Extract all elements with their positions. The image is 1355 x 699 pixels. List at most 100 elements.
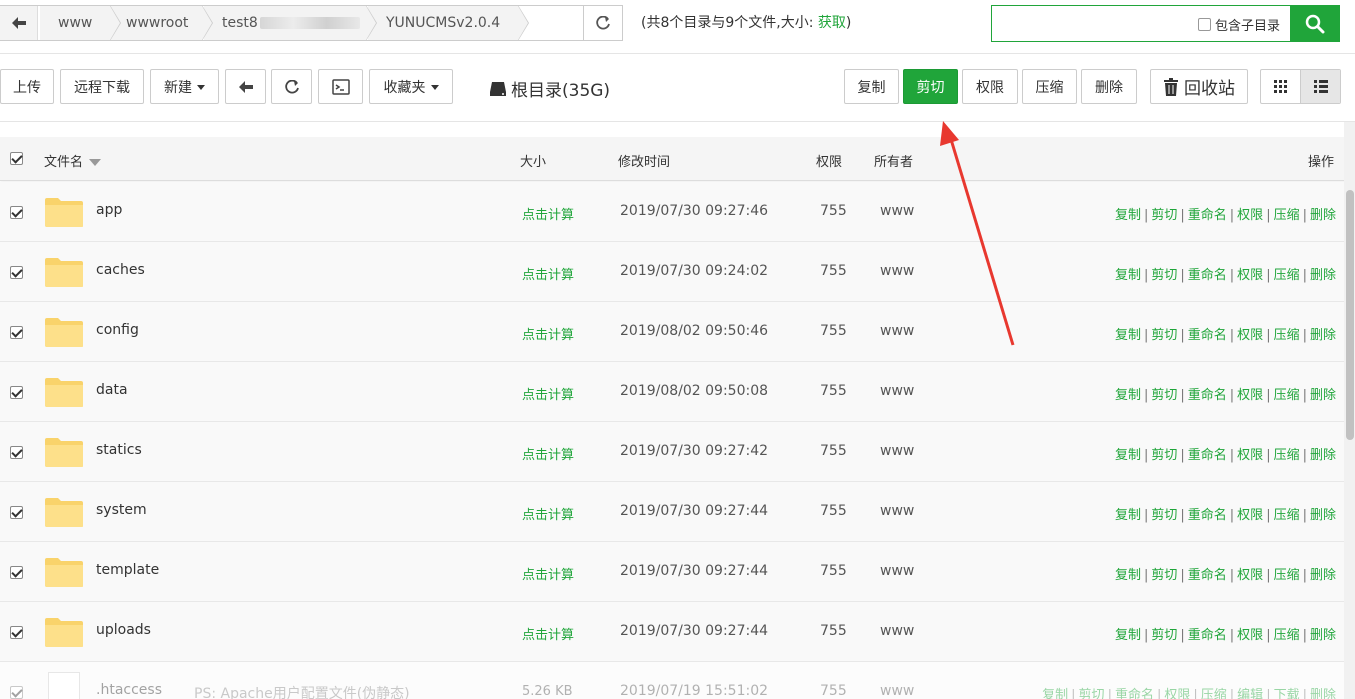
row-checkbox[interactable] (10, 506, 23, 519)
row-action-link[interactable]: 重命名 (1188, 628, 1227, 643)
compress-button[interactable]: 压缩 (1022, 69, 1077, 104)
permission-value[interactable]: 755 (820, 263, 847, 279)
row-checkbox[interactable] (10, 446, 23, 459)
select-all-checkbox[interactable] (10, 152, 23, 165)
row-action-link[interactable]: 删除 (1310, 448, 1336, 463)
row-checkbox[interactable] (10, 566, 23, 579)
column-header-size[interactable]: 大小 (520, 151, 546, 170)
row-action-link[interactable]: 复制 (1115, 508, 1141, 523)
permission-button[interactable]: 权限 (962, 69, 1018, 104)
column-header-name[interactable]: 文件名 (44, 151, 102, 170)
row-action-link[interactable]: 压缩 (1274, 328, 1300, 343)
row-action-link[interactable]: 剪切 (1151, 628, 1177, 643)
column-header-perm[interactable]: 权限 (816, 151, 842, 170)
include-subdir-checkbox[interactable]: 包含子目录 (1197, 15, 1280, 34)
row-action-link[interactable]: 复制 (1115, 328, 1141, 343)
row-action-link[interactable]: 复制 (1115, 388, 1141, 403)
row-action-link[interactable]: 删除 (1310, 628, 1336, 643)
row-action-link[interactable]: 权限 (1237, 268, 1263, 283)
file-name[interactable]: template (96, 562, 159, 578)
row-action-link[interactable]: 下载 (1274, 688, 1300, 699)
terminal-button[interactable] (318, 69, 363, 104)
row-action-link[interactable]: 权限 (1237, 448, 1263, 463)
size-calc-link[interactable]: 点击计算 (522, 204, 574, 223)
row-action-link[interactable]: 剪切 (1151, 328, 1177, 343)
row-action-link[interactable]: 删除 (1310, 328, 1336, 343)
size-calc-link[interactable]: 点击计算 (522, 444, 574, 463)
owner-value[interactable]: www (880, 503, 914, 519)
row-action-link[interactable]: 重命名 (1188, 388, 1227, 403)
delete-button[interactable]: 删除 (1081, 69, 1137, 104)
permission-value[interactable]: 755 (820, 203, 847, 219)
row-checkbox[interactable] (10, 266, 23, 279)
upload-button[interactable]: 上传 (0, 69, 54, 104)
row-action-link[interactable]: 剪切 (1151, 268, 1177, 283)
file-name[interactable]: statics (96, 442, 142, 458)
row-action-link[interactable]: 删除 (1310, 268, 1336, 283)
remote-download-button[interactable]: 远程下载 (60, 69, 144, 104)
row-action-link[interactable]: 编辑 (1237, 688, 1263, 699)
table-row[interactable]: uploads 点击计算 2019/07/30 09:27:44 755 www… (0, 602, 1344, 662)
row-action-link[interactable]: 压缩 (1274, 568, 1300, 583)
row-action-link[interactable]: 剪切 (1151, 208, 1177, 223)
breadcrumb-item-project[interactable]: YUNUCMSv2.0.4 (368, 5, 529, 41)
row-action-link[interactable]: 重命名 (1188, 448, 1227, 463)
table-row[interactable]: config 点击计算 2019/08/02 09:50:46 755 www … (0, 302, 1344, 362)
root-directory-label[interactable]: 根目录(35G) (489, 76, 610, 101)
row-action-link[interactable]: 删除 (1310, 208, 1336, 223)
permission-value[interactable]: 755 (820, 623, 847, 639)
owner-value[interactable]: www (880, 443, 914, 459)
row-action-link[interactable]: 权限 (1237, 568, 1263, 583)
row-checkbox[interactable] (10, 386, 23, 399)
copy-button[interactable]: 复制 (844, 69, 899, 104)
subdir-checkbox-box[interactable] (1197, 18, 1211, 31)
search-button[interactable] (1290, 5, 1340, 42)
row-action-link[interactable]: 重命名 (1115, 688, 1154, 699)
row-action-link[interactable]: 复制 (1115, 628, 1141, 643)
owner-value[interactable]: www (880, 683, 914, 699)
table-row[interactable]: app 点击计算 2019/07/30 09:27:46 755 www 复制 |… (0, 182, 1344, 242)
breadcrumb-item-www[interactable]: www (40, 5, 121, 41)
size-calc-link[interactable]: 点击计算 (522, 624, 574, 643)
owner-value[interactable]: www (880, 203, 914, 219)
permission-value[interactable]: 755 (820, 443, 847, 459)
cut-button[interactable]: 剪切 (903, 69, 958, 104)
row-action-link[interactable]: 压缩 (1274, 208, 1300, 223)
size-calc-link[interactable]: 点击计算 (522, 264, 574, 283)
table-row[interactable]: data 点击计算 2019/08/02 09:50:08 755 www 复制… (0, 362, 1344, 422)
row-action-link[interactable]: 权限 (1164, 688, 1190, 699)
row-action-link[interactable]: 删除 (1310, 508, 1336, 523)
row-action-link[interactable]: 删除 (1310, 388, 1336, 403)
permission-value[interactable]: 755 (820, 383, 847, 399)
row-action-link[interactable]: 权限 (1237, 208, 1263, 223)
row-action-link[interactable]: 重命名 (1188, 208, 1227, 223)
row-action-link[interactable]: 权限 (1237, 628, 1263, 643)
row-action-link[interactable]: 剪切 (1151, 448, 1177, 463)
row-action-link[interactable]: 压缩 (1274, 268, 1300, 283)
row-action-link[interactable]: 剪切 (1079, 688, 1105, 699)
get-size-link[interactable]: 获取 (818, 15, 846, 31)
permission-value[interactable]: 755 (820, 563, 847, 579)
row-action-link[interactable]: 重命名 (1188, 508, 1227, 523)
file-name[interactable]: data (96, 382, 128, 398)
row-action-link[interactable]: 删除 (1310, 568, 1336, 583)
row-action-link[interactable]: 压缩 (1201, 688, 1227, 699)
row-action-link[interactable]: 压缩 (1274, 388, 1300, 403)
file-name[interactable]: system (96, 502, 147, 518)
file-name[interactable]: app (96, 202, 122, 218)
file-name[interactable]: caches (96, 262, 145, 278)
refresh-button[interactable] (271, 69, 312, 104)
favorites-dropdown[interactable]: 收藏夹 (369, 69, 453, 104)
back-arrow-icon[interactable] (0, 6, 38, 40)
permission-value[interactable]: 755 (820, 503, 847, 519)
owner-value[interactable]: www (880, 623, 914, 639)
table-row[interactable]: template 点击计算 2019/07/30 09:27:44 755 ww… (0, 542, 1344, 602)
size-calc-link[interactable]: 点击计算 (522, 384, 574, 403)
list-view-button[interactable] (1300, 70, 1340, 103)
row-action-link[interactable]: 剪切 (1151, 508, 1177, 523)
row-checkbox[interactable] (10, 206, 23, 219)
table-row[interactable]: system 点击计算 2019/07/30 09:27:44 755 www … (0, 482, 1344, 542)
recycle-bin-button[interactable]: 回收站 (1150, 69, 1248, 104)
row-action-link[interactable]: 重命名 (1188, 268, 1227, 283)
grid-view-button[interactable] (1261, 70, 1300, 103)
